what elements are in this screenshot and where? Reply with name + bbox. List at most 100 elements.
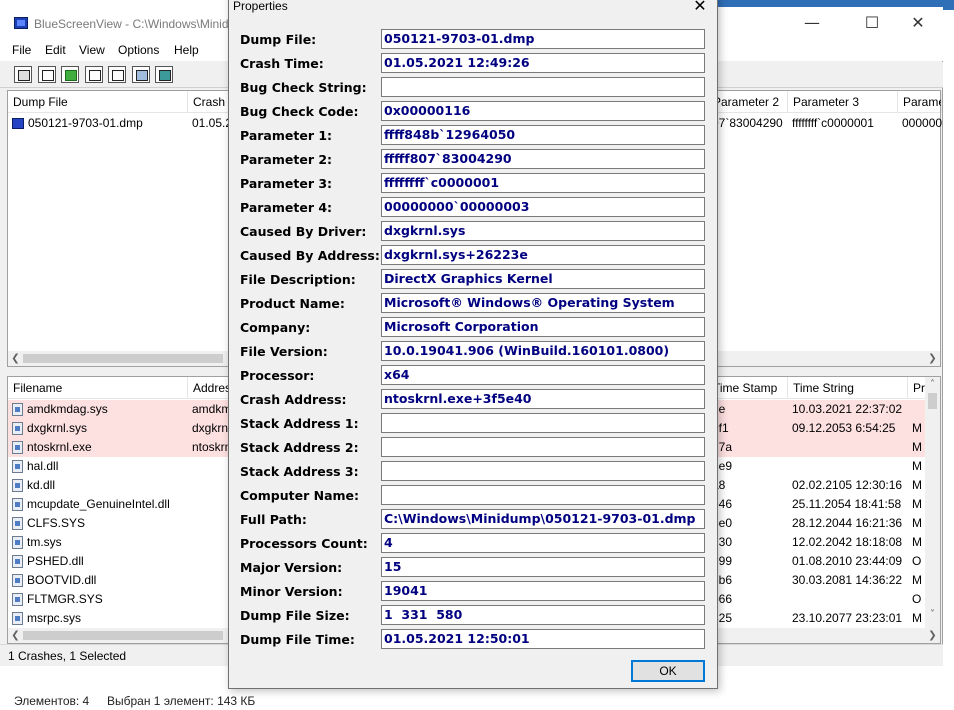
property-value-field[interactable] (381, 413, 705, 433)
property-value-field[interactable]: 050121-9703-01.dmp (381, 29, 705, 49)
dialog-close-icon[interactable]: ✕ (689, 0, 711, 15)
file-icon (12, 612, 23, 625)
exit-icon[interactable] (155, 66, 173, 83)
module-cell-stamp: 3e0 (712, 516, 733, 530)
menu-file[interactable]: File (12, 43, 31, 57)
property-value-field[interactable]: 0x00000116 (381, 101, 705, 121)
column-time-stamp[interactable]: Time Stamp (708, 377, 788, 399)
module-filename: CLFS.SYS (27, 516, 86, 530)
column-parameter-3[interactable]: Parameter 3 (788, 91, 898, 113)
property-value-field[interactable] (381, 437, 705, 457)
property-value-field[interactable]: ffffffff`c0000001 (381, 173, 705, 193)
module-filename: dxgkrnl.sys (27, 421, 88, 435)
properties-icon[interactable] (14, 66, 32, 83)
property-value-field[interactable]: Microsoft® Windows® Operating System (381, 293, 705, 313)
property-value-field[interactable]: DirectX Graphics Kernel (381, 269, 705, 289)
module-cell-stamp: a8 (712, 478, 726, 492)
menu-options[interactable]: Options (118, 43, 159, 57)
property-value-field[interactable]: 10.0.19041.906 (WinBuild.160101.0800) (381, 341, 705, 361)
scroll-up-icon[interactable]: ˄ (925, 377, 940, 392)
scroll-thumb[interactable] (23, 631, 223, 640)
explorer-selection-info: Выбран 1 элемент: 143 КБ (107, 694, 256, 708)
property-label: Processor: (240, 368, 315, 383)
status-text: 1 Crashes, 1 Selected (8, 649, 127, 663)
module-cell-time: 02.02.2105 12:30:16 (792, 478, 903, 492)
property-value-field[interactable]: 00000000`00000003 (381, 197, 705, 217)
scroll-right-icon[interactable]: ❯ (925, 351, 940, 366)
copy-icon[interactable] (85, 66, 103, 83)
property-label: Major Version: (240, 560, 343, 575)
property-value-field[interactable]: ntoskrnl.exe+3f5e40 (381, 389, 705, 409)
property-value-field[interactable]: C:\Windows\Minidump\050121-9703-01.dmp (381, 509, 705, 529)
property-value-field[interactable]: 1 331 580 (381, 605, 705, 625)
scroll-left-icon[interactable]: ❮ (8, 351, 23, 366)
property-label: Bug Check Code: (240, 104, 359, 119)
module-cell-stamp: b66 (712, 592, 733, 606)
property-value-field[interactable]: fffff807`83004290 (381, 149, 705, 169)
file-icon (12, 422, 23, 435)
find-icon[interactable] (132, 66, 150, 83)
minimize-icon[interactable]: — (802, 13, 822, 33)
module-cell-stamp: e46 (712, 497, 733, 511)
property-value-field[interactable] (381, 77, 705, 97)
scroll-right-icon[interactable]: ❯ (925, 628, 940, 643)
module-cell-time: 30.03.2081 14:36:22 (792, 573, 903, 587)
module-cell-time (788, 457, 908, 476)
crash-row-parameter-3: ffffffff`c0000001 (792, 116, 874, 130)
module-cell-time (788, 438, 908, 457)
module-cell-time: 28.12.2044 16:21:36 (792, 516, 903, 530)
column-filename[interactable]: Filename (8, 377, 188, 399)
property-value-field[interactable]: dxgkrnl.sys+26223e (381, 245, 705, 265)
module-cell-time (788, 590, 908, 609)
close-icon[interactable]: ✕ (908, 13, 928, 33)
property-value-field[interactable]: dxgkrnl.sys (381, 221, 705, 241)
property-value-field[interactable]: 4 (381, 533, 705, 553)
module-cell-filename: tm.sys (8, 533, 188, 552)
column-parameter-2[interactable]: Parameter 2 (708, 91, 788, 113)
save-icon[interactable] (38, 66, 56, 83)
property-label: Computer Name: (240, 488, 360, 503)
module-cell-filename: amdkmdag.sys (8, 400, 188, 419)
module-cell-filename: PSHED.dll (8, 552, 188, 571)
property-value-field[interactable]: Microsoft Corporation (381, 317, 705, 337)
property-label: Parameter 1: (240, 128, 333, 143)
menu-edit[interactable]: Edit (45, 43, 66, 57)
module-filename: hal.dll (27, 459, 59, 473)
report-icon[interactable] (108, 66, 126, 83)
property-value-field[interactable] (381, 485, 705, 505)
column-dump-file[interactable]: Dump File (8, 91, 188, 113)
property-value-field[interactable]: 19041 (381, 581, 705, 601)
refresh-icon[interactable] (61, 66, 79, 83)
column-time-string[interactable]: Time String (788, 377, 908, 399)
file-icon (12, 555, 23, 568)
module-cell-stamp: de (708, 400, 788, 419)
property-label: Company: (240, 320, 311, 335)
module-filename: amdkmdag.sys (27, 402, 108, 416)
ok-button[interactable]: OK (631, 660, 705, 682)
column-parameter-4[interactable]: Parameter 4 (898, 91, 942, 113)
property-value-field[interactable]: 01.05.2021 12:50:01 (381, 629, 705, 649)
scroll-thumb[interactable] (23, 354, 223, 363)
maximize-icon[interactable]: ☐ (862, 13, 882, 33)
property-value-field[interactable]: 01.05.2021 12:49:26 (381, 53, 705, 73)
dump-file-icon (12, 118, 24, 129)
module-filename: kd.dll (27, 478, 56, 492)
column-product[interactable]: Product (908, 377, 926, 399)
vertical-scroll-thumb[interactable] (928, 393, 937, 409)
menu-help[interactable]: Help (174, 43, 199, 57)
lower-vertical-scrollbar[interactable]: ˄ ˅ (925, 377, 940, 629)
property-value-field[interactable] (381, 461, 705, 481)
property-label: Parameter 4: (240, 200, 333, 215)
file-icon (12, 441, 23, 454)
property-value-field[interactable]: ffff848b`12964050 (381, 125, 705, 145)
file-icon (12, 536, 23, 549)
crash-row-parameter-2: 07`83004290 (712, 116, 783, 130)
module-cell-time: 12.02.2042 18:18:08 (792, 535, 903, 549)
scroll-left-icon[interactable]: ❮ (8, 628, 23, 643)
scroll-down-icon[interactable]: ˅ (925, 607, 940, 622)
property-label: Dump File: (240, 32, 317, 47)
module-filename: ntoskrnl.exe (27, 440, 92, 454)
property-value-field[interactable]: 15 (381, 557, 705, 577)
property-value-field[interactable]: x64 (381, 365, 705, 385)
menu-view[interactable]: View (79, 43, 105, 57)
